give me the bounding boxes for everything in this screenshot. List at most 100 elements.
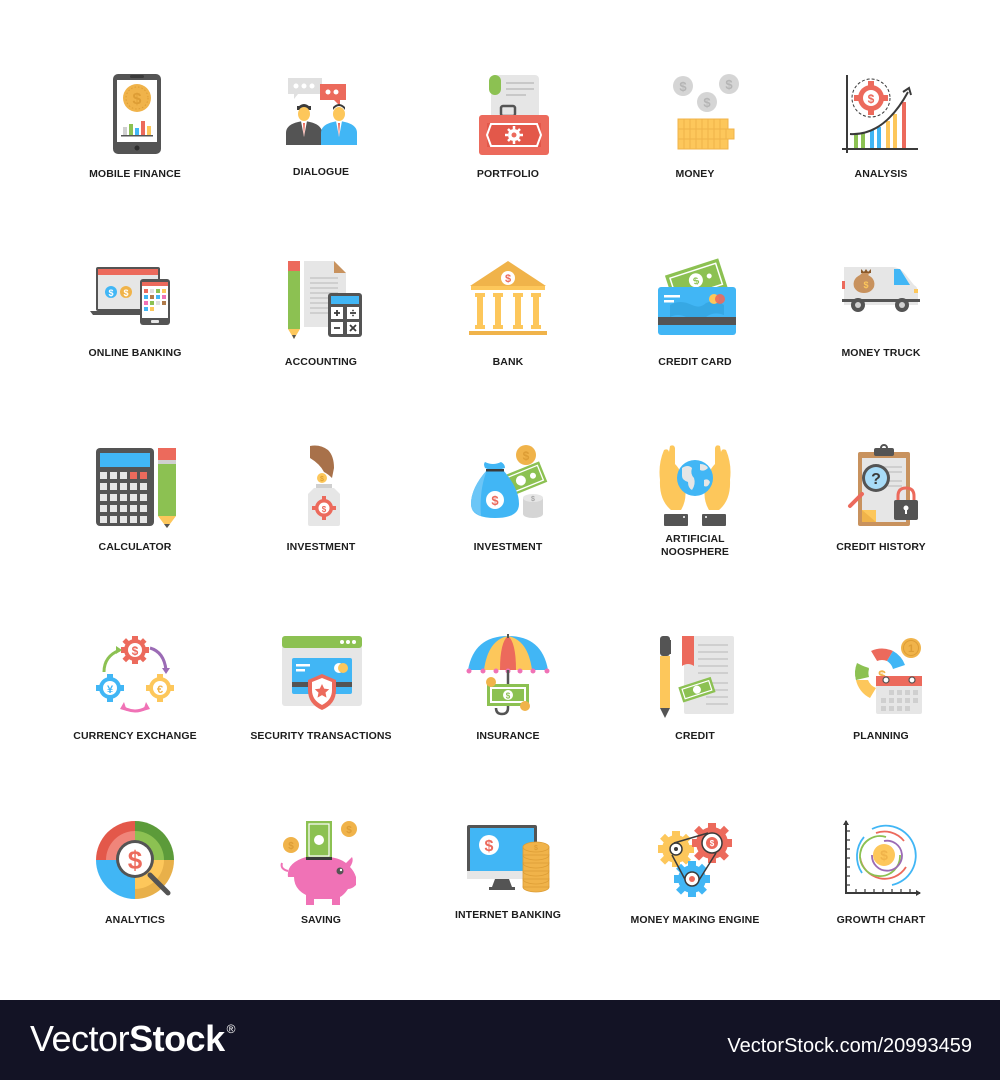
dialogue-icon [286,78,357,145]
icon-label: DIALOGUE [292,166,350,178]
icon-label: INVESTMENT [473,541,543,553]
svg-text:€: € [157,684,163,696]
icon-cell-online-banking: $ $ ONLINE BANKING [45,255,225,375]
icon-label: CREDIT [675,730,715,742]
svg-text:$: $ [288,841,294,852]
icon-cell-money-truck: $ MONEY TRUCK [791,255,971,375]
icon-label: MONEY [675,168,715,180]
icon-cell-credit-history: ? CREDIT HISTORY [791,440,971,560]
icon-cell-bank: $ BANK [418,255,598,375]
svg-text:$: $ [880,847,888,863]
icon-cell-dialogue: DIALOGUE [231,70,411,190]
icon-label: GROWTH CHART [836,914,926,926]
icon-label: INSURANCE [476,730,540,742]
icon-label-line2: NOOSPHERE [661,546,729,558]
portfolio-icon [479,75,549,155]
svg-text:$: $ [868,92,875,106]
svg-text:$: $ [531,496,535,503]
svg-text:$: $ [534,845,538,852]
icon-cell-credit: CREDIT [605,630,785,750]
icon-label: CREDIT HISTORY [836,541,926,553]
analytics-icon: $ [96,821,174,899]
bank-icon: $ [469,261,547,335]
investment-bag-icon: $ $ $ [471,445,548,518]
icon-label: CURRENCY EXCHANGE [73,730,197,742]
svg-text:$: $ [703,95,711,110]
icon-cell-portfolio: PORTFOLIO [418,70,598,190]
brand-light-text: Vector [30,1018,130,1059]
icon-cell-investment-jar: $ $ INVESTMENT [231,440,411,560]
icon-label: INVESTMENT [286,541,356,553]
growth-chart-icon: $ [843,820,921,896]
insurance-icon: $ [466,634,550,716]
investment-jar-icon: $ $ [308,445,340,526]
watermark-footer: VectorStock ® VectorStock.com/20993459 [0,1000,1000,1080]
svg-text:$: $ [863,280,868,290]
icon-label: PORTFOLIO [476,168,540,180]
mobile-finance-icon: $ [113,74,161,154]
icon-label: SECURITY TRANSACTIONS [250,730,392,742]
icon-cell-investment-bag: $ $ $ INVESTMENT [418,440,598,560]
svg-text:$: $ [128,845,143,875]
icon-cell-artificial-noosphere: ARTIFICIAL NOOSPHERE [605,440,785,560]
money-icon: $ $ $ [673,74,739,150]
svg-text:$: $ [133,91,142,108]
svg-text:$: $ [725,77,733,92]
icon-cell-security-transactions: SECURITY TRANSACTIONS [231,630,411,750]
credit-icon [660,636,734,718]
svg-text:$: $ [346,825,352,836]
security-transactions-icon [282,636,362,710]
icon-cell-analysis: $ ANALYSIS [791,70,971,190]
svg-text:$: $ [132,644,139,658]
icon-cell-mobile-finance: $ MOBILE FINANCE [45,70,225,190]
svg-text:$: $ [108,288,113,298]
analysis-icon: $ [842,75,918,153]
credit-history-icon: ? [848,444,918,526]
icon-label: ANALYTICS [104,914,166,926]
svg-text:?: ? [871,471,881,488]
icon-label: MONEY TRUCK [841,347,921,359]
registered-mark: ® [226,1022,236,1036]
svg-text:$: $ [505,273,511,285]
svg-text:$: $ [322,505,327,514]
svg-text:¥: ¥ [107,684,114,696]
accounting-icon [288,261,362,339]
icon-cell-saving: $ $ SAVING [231,815,411,935]
brand-bold-text: Stock [129,1018,225,1059]
credit-card-icon: $ [658,258,736,335]
icon-label: ACCOUNTING [284,356,358,368]
svg-text:$: $ [523,449,530,463]
icon-label: PLANNING [853,730,909,742]
svg-text:$: $ [506,692,511,701]
icon-cell-planning: 1 $ PLANNING [791,630,971,750]
svg-text:$: $ [679,79,687,94]
icon-label: CREDIT CARD [658,356,732,368]
icon-cell-growth-chart: $ GROWTH CHART [791,815,971,935]
saving-icon: $ $ [280,821,357,905]
icon-label: ONLINE BANKING [88,347,182,359]
image-reference-link[interactable]: VectorStock.com/20993459 [727,1035,972,1058]
icon-cell-credit-card: $ CREDIT CARD [605,255,785,375]
icon-label: INTERNET BANKING [454,909,561,921]
icon-cell-accounting: ACCOUNTING [231,255,411,375]
globe-hands-icon [659,445,731,526]
icon-label: SAVING [300,914,342,926]
svg-text:1: 1 [908,643,914,655]
svg-text:$: $ [710,839,715,848]
icon-grid: $ MOBILE FINANCE DIALOGUE PORTFOLIO $ $ … [0,0,1000,1000]
planning-icon: 1 $ [855,638,922,714]
icon-cell-internet-banking: $ $ INTERNET BANKING [418,815,598,935]
icon-label: BANK [492,356,524,368]
icon-cell-insurance: $ INSURANCE [418,630,598,750]
svg-text:$: $ [485,838,494,855]
internet-banking-icon: $ $ [467,825,550,893]
money-truck-icon: $ [842,267,920,312]
calculator-icon [96,448,176,528]
icon-label: ARTIFICIAL [665,533,725,545]
online-banking-icon: $ $ [90,267,170,325]
vectorstock-logo[interactable]: VectorStock ® [30,1018,235,1060]
icon-cell-money-making-engine: $ MONEY MAKING ENGINE [605,815,785,935]
icon-cell-money: $ $ $ MONEY [605,70,785,190]
icon-label: MOBILE FINANCE [89,168,181,180]
icon-cell-currency-exchange: $ ¥ € CURRENCY EXCHANGE [45,630,225,750]
